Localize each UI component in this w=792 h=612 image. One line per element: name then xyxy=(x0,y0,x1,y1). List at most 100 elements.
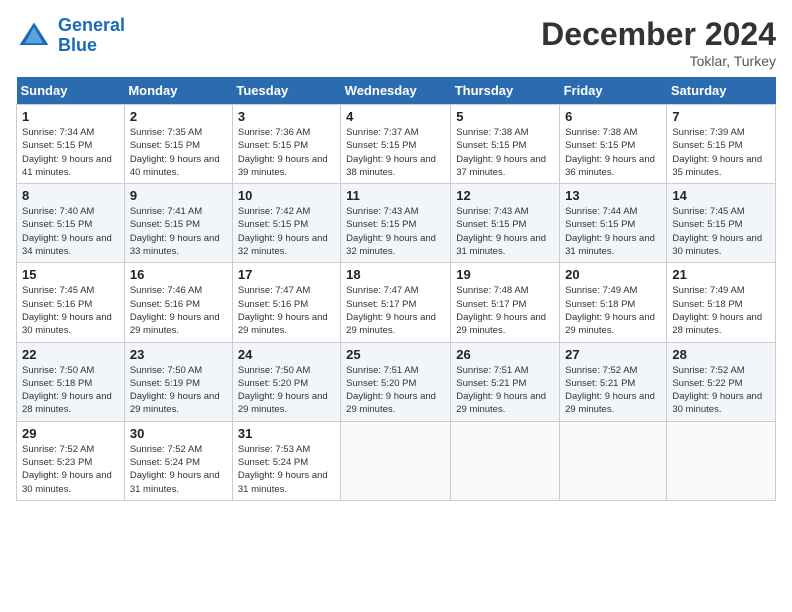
calendar-week-row: 22 Sunrise: 7:50 AMSunset: 5:18 PMDayligh… xyxy=(17,342,776,421)
day-info: Sunrise: 7:48 AMSunset: 5:17 PMDaylight:… xyxy=(456,284,554,337)
day-number: 11 xyxy=(346,188,445,203)
calendar-week-row: 15 Sunrise: 7:45 AMSunset: 5:16 PMDayligh… xyxy=(17,263,776,342)
day-number: 14 xyxy=(672,188,770,203)
calendar-cell: 5 Sunrise: 7:38 AMSunset: 5:15 PMDaylight… xyxy=(451,105,560,184)
day-number: 8 xyxy=(22,188,119,203)
calendar-cell: 4Sunrise: 7:37 AMSunset: 5:15 PMDaylight… xyxy=(341,105,451,184)
calendar-table: SundayMondayTuesdayWednesdayThursdayFrid… xyxy=(16,77,776,501)
logo-text: General Blue xyxy=(58,16,125,56)
day-number: 29 xyxy=(22,426,119,441)
day-number: 25 xyxy=(346,347,445,362)
day-info: Sunrise: 7:34 AMSunset: 5:15 PMDaylight:… xyxy=(22,126,119,179)
column-header-thursday: Thursday xyxy=(451,77,560,105)
day-number: 10 xyxy=(238,188,335,203)
day-number: 15 xyxy=(22,267,119,282)
day-number: 24 xyxy=(238,347,335,362)
column-header-monday: Monday xyxy=(124,77,232,105)
day-info: Sunrise: 7:45 AMSunset: 5:16 PMDaylight:… xyxy=(22,284,119,337)
calendar-cell: 23 Sunrise: 7:50 AMSunset: 5:19 PMDayligh… xyxy=(124,342,232,421)
calendar-cell: 20 Sunrise: 7:49 AMSunset: 5:18 PMDayligh… xyxy=(560,263,667,342)
day-number: 2 xyxy=(130,109,227,124)
calendar-cell: 17Sunrise: 7:47 AMSunset: 5:16 PMDayligh… xyxy=(232,263,340,342)
day-info: Sunrise: 7:42 AMSunset: 5:15 PMDaylight:… xyxy=(238,205,335,258)
calendar-cell: 14 Sunrise: 7:45 AMSunset: 5:15 PMDayligh… xyxy=(667,184,776,263)
day-info: Sunrise: 7:51 AMSunset: 5:21 PMDaylight:… xyxy=(456,364,554,417)
day-info: Sunrise: 7:47 AMSunset: 5:17 PMDaylight:… xyxy=(346,284,445,337)
day-number: 12 xyxy=(456,188,554,203)
day-info: Sunrise: 7:43 AMSunset: 5:15 PMDaylight:… xyxy=(456,205,554,258)
calendar-cell: 31 Sunrise: 7:53 AMSunset: 5:24 PMDayligh… xyxy=(232,421,340,500)
calendar-cell: 6Sunrise: 7:38 AMSunset: 5:15 PMDaylight… xyxy=(560,105,667,184)
calendar-cell: 8 Sunrise: 7:40 AMSunset: 5:15 PMDaylight… xyxy=(17,184,125,263)
calendar-cell: 2 Sunrise: 7:35 AMSunset: 5:15 PMDaylight… xyxy=(124,105,232,184)
day-info: Sunrise: 7:46 AMSunset: 5:16 PMDaylight:… xyxy=(130,284,227,337)
day-info: Sunrise: 7:51 AMSunset: 5:20 PMDaylight:… xyxy=(346,364,445,417)
day-info: Sunrise: 7:52 AMSunset: 5:24 PMDaylight:… xyxy=(130,443,227,496)
day-info: Sunrise: 7:37 AMSunset: 5:15 PMDaylight:… xyxy=(346,126,445,179)
calendar-cell: 28 Sunrise: 7:52 AMSunset: 5:22 PMDayligh… xyxy=(667,342,776,421)
day-info: Sunrise: 7:39 AMSunset: 5:15 PMDaylight:… xyxy=(672,126,770,179)
column-header-tuesday: Tuesday xyxy=(232,77,340,105)
calendar-cell xyxy=(451,421,560,500)
calendar-cell: 11 Sunrise: 7:43 AMSunset: 5:15 PMDayligh… xyxy=(341,184,451,263)
day-info: Sunrise: 7:43 AMSunset: 5:15 PMDaylight:… xyxy=(346,205,445,258)
calendar-cell xyxy=(667,421,776,500)
day-number: 9 xyxy=(130,188,227,203)
calendar-cell: 21Sunrise: 7:49 AMSunset: 5:18 PMDayligh… xyxy=(667,263,776,342)
day-info: Sunrise: 7:35 AMSunset: 5:15 PMDaylight:… xyxy=(130,126,227,179)
day-info: Sunrise: 7:52 AMSunset: 5:22 PMDaylight:… xyxy=(672,364,770,417)
day-number: 26 xyxy=(456,347,554,362)
calendar-cell: 15 Sunrise: 7:45 AMSunset: 5:16 PMDayligh… xyxy=(17,263,125,342)
day-number: 30 xyxy=(130,426,227,441)
calendar-cell: 9 Sunrise: 7:41 AMSunset: 5:15 PMDaylight… xyxy=(124,184,232,263)
calendar-cell: 1 Sunrise: 7:34 AMSunset: 5:15 PMDaylight… xyxy=(17,105,125,184)
calendar-cell xyxy=(341,421,451,500)
day-number: 16 xyxy=(130,267,227,282)
day-number: 28 xyxy=(672,347,770,362)
calendar-week-row: 1 Sunrise: 7:34 AMSunset: 5:15 PMDaylight… xyxy=(17,105,776,184)
day-number: 18 xyxy=(346,267,445,282)
logo-icon xyxy=(16,18,52,54)
day-info: Sunrise: 7:50 AMSunset: 5:20 PMDaylight:… xyxy=(238,364,335,417)
calendar-cell: 13 Sunrise: 7:44 AMSunset: 5:15 PMDayligh… xyxy=(560,184,667,263)
calendar-cell: 7Sunrise: 7:39 AMSunset: 5:15 PMDaylight… xyxy=(667,105,776,184)
day-info: Sunrise: 7:41 AMSunset: 5:15 PMDaylight:… xyxy=(130,205,227,258)
day-number: 31 xyxy=(238,426,335,441)
calendar-cell: 30 Sunrise: 7:52 AMSunset: 5:24 PMDayligh… xyxy=(124,421,232,500)
calendar-cell: 22 Sunrise: 7:50 AMSunset: 5:18 PMDayligh… xyxy=(17,342,125,421)
day-number: 13 xyxy=(565,188,661,203)
calendar-cell: 29 Sunrise: 7:52 AMSunset: 5:23 PMDayligh… xyxy=(17,421,125,500)
calendar-cell: 25 Sunrise: 7:51 AMSunset: 5:20 PMDayligh… xyxy=(341,342,451,421)
calendar-cell: 18 Sunrise: 7:47 AMSunset: 5:17 PMDayligh… xyxy=(341,263,451,342)
calendar-cell: 27Sunrise: 7:52 AMSunset: 5:21 PMDayligh… xyxy=(560,342,667,421)
column-header-sunday: Sunday xyxy=(17,77,125,105)
calendar-week-row: 8 Sunrise: 7:40 AMSunset: 5:15 PMDaylight… xyxy=(17,184,776,263)
day-number: 1 xyxy=(22,109,119,124)
logo: General Blue xyxy=(16,16,125,56)
location: Toklar, Turkey xyxy=(541,53,776,69)
day-info: Sunrise: 7:49 AMSunset: 5:18 PMDaylight:… xyxy=(565,284,661,337)
day-info: Sunrise: 7:47 AMSunset: 5:16 PMDaylight:… xyxy=(238,284,335,337)
day-number: 5 xyxy=(456,109,554,124)
day-number: 22 xyxy=(22,347,119,362)
page-header: General Blue December 2024 Toklar, Turke… xyxy=(16,16,776,69)
calendar-cell: 10 Sunrise: 7:42 AMSunset: 5:15 PMDayligh… xyxy=(232,184,340,263)
day-info: Sunrise: 7:50 AMSunset: 5:18 PMDaylight:… xyxy=(22,364,119,417)
day-number: 23 xyxy=(130,347,227,362)
day-info: Sunrise: 7:53 AMSunset: 5:24 PMDaylight:… xyxy=(238,443,335,496)
day-info: Sunrise: 7:36 AMSunset: 5:15 PMDaylight:… xyxy=(238,126,335,179)
day-number: 3 xyxy=(238,109,335,124)
day-info: Sunrise: 7:38 AMSunset: 5:15 PMDaylight:… xyxy=(456,126,554,179)
calendar-header-row: SundayMondayTuesdayWednesdayThursdayFrid… xyxy=(17,77,776,105)
day-info: Sunrise: 7:44 AMSunset: 5:15 PMDaylight:… xyxy=(565,205,661,258)
day-number: 20 xyxy=(565,267,661,282)
calendar-week-row: 29 Sunrise: 7:52 AMSunset: 5:23 PMDayligh… xyxy=(17,421,776,500)
title-area: December 2024 Toklar, Turkey xyxy=(541,16,776,69)
day-info: Sunrise: 7:52 AMSunset: 5:23 PMDaylight:… xyxy=(22,443,119,496)
day-info: Sunrise: 7:50 AMSunset: 5:19 PMDaylight:… xyxy=(130,364,227,417)
day-info: Sunrise: 7:45 AMSunset: 5:15 PMDaylight:… xyxy=(672,205,770,258)
calendar-cell xyxy=(560,421,667,500)
day-info: Sunrise: 7:38 AMSunset: 5:15 PMDaylight:… xyxy=(565,126,661,179)
day-info: Sunrise: 7:52 AMSunset: 5:21 PMDaylight:… xyxy=(565,364,661,417)
day-info: Sunrise: 7:40 AMSunset: 5:15 PMDaylight:… xyxy=(22,205,119,258)
